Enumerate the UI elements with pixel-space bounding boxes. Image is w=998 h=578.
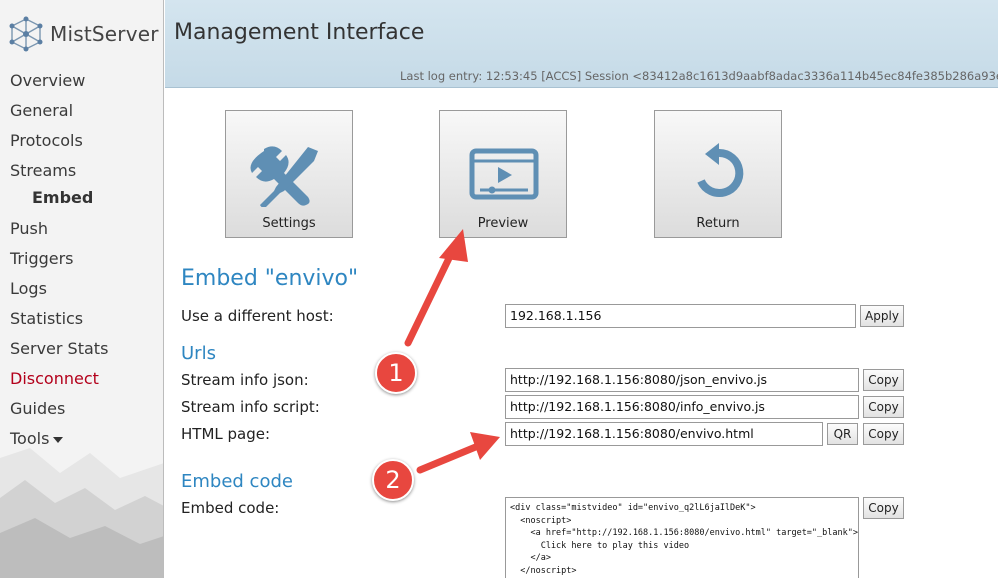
menu-item-push[interactable]: Push xyxy=(0,214,163,244)
menu-item-logs[interactable]: Logs xyxy=(0,274,163,304)
host-input[interactable]: 192.168.1.156 xyxy=(505,304,856,328)
caret-down-icon xyxy=(53,436,64,443)
html-page-field[interactable]: http://192.168.1.156:8080/envivo.html xyxy=(505,422,823,446)
main-menu: Overview General Protocols Streams Embed… xyxy=(0,66,163,454)
wrench-screwdriver-icon xyxy=(250,146,318,207)
menu-item-guides[interactable]: Guides xyxy=(0,394,163,424)
embed-code-label: Embed code: xyxy=(181,499,280,517)
urls-heading: Urls xyxy=(181,343,216,364)
callout-marker-2: 2 xyxy=(372,459,414,501)
page-title: Embed "envivo" xyxy=(181,266,359,291)
menu-item-tools[interactable]: Tools xyxy=(0,424,163,454)
menu-item-streams[interactable]: Streams xyxy=(0,156,163,186)
app-name: MistServer xyxy=(50,22,159,46)
logo-icon xyxy=(9,16,43,52)
html-page-label: HTML page: xyxy=(181,425,271,443)
copy-embed-button[interactable]: Copy xyxy=(863,497,904,519)
menu-item-statistics[interactable]: Statistics xyxy=(0,304,163,334)
page-header-title: Management Interface xyxy=(174,20,425,45)
stream-info-json-label: Stream info json: xyxy=(181,371,309,389)
stream-info-script-field[interactable]: http://192.168.1.156:8080/info_envivo.js xyxy=(505,395,859,419)
menu-item-protocols[interactable]: Protocols xyxy=(0,126,163,156)
sidebar: MistServer Overview General Protocols St… xyxy=(0,0,164,578)
embed-code-heading: Embed code xyxy=(181,471,293,492)
settings-label: Settings xyxy=(262,216,316,231)
stream-info-json-field[interactable]: http://192.168.1.156:8080/json_envivo.js xyxy=(505,368,859,392)
video-player-icon xyxy=(469,148,539,200)
menu-item-general[interactable]: General xyxy=(0,96,163,126)
last-log-entry: Last log entry: 12:53:45 [ACCS] Session … xyxy=(400,69,998,83)
mistserver-logo[interactable]: MistServer xyxy=(6,14,159,54)
menu-item-triggers[interactable]: Triggers xyxy=(0,244,163,274)
return-label: Return xyxy=(696,216,740,231)
menu-item-disconnect[interactable]: Disconnect xyxy=(0,364,163,394)
menu-item-server-stats[interactable]: Server Stats xyxy=(0,334,163,364)
menu-item-overview[interactable]: Overview xyxy=(0,66,163,96)
embed-code-textarea[interactable]: <div class="mistvideo" id="envivo_q2lL6j… xyxy=(505,497,859,578)
callout-marker-1: 1 xyxy=(375,352,417,394)
qr-button[interactable]: QR xyxy=(827,423,858,445)
stream-info-script-label: Stream info script: xyxy=(181,398,320,416)
preview-button[interactable]: Preview xyxy=(439,110,567,238)
copy-script-button[interactable]: Copy xyxy=(863,396,904,418)
arrow-head-2 xyxy=(470,432,500,460)
return-arrow-icon xyxy=(697,143,744,197)
menu-item-tools-label: Tools xyxy=(10,429,50,448)
return-button[interactable]: Return xyxy=(654,110,782,238)
apply-button[interactable]: Apply xyxy=(860,305,904,327)
host-label: Use a different host: xyxy=(181,307,334,325)
settings-button[interactable]: Settings xyxy=(225,110,353,238)
copy-html-button[interactable]: Copy xyxy=(863,423,904,445)
header: Management Interface Last log entry: 12:… xyxy=(165,0,998,88)
preview-label: Preview xyxy=(477,216,529,231)
copy-json-button[interactable]: Copy xyxy=(863,369,904,391)
menu-item-embed[interactable]: Embed xyxy=(0,186,163,214)
